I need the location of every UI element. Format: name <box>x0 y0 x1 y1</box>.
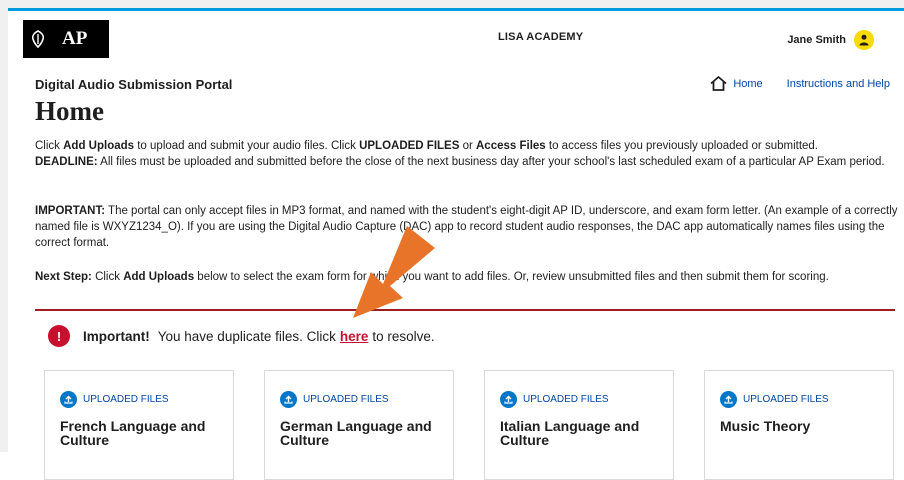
uploaded-files-link[interactable]: UPLOADED FILES <box>280 391 389 408</box>
top-nav: Home Instructions and Help <box>710 76 890 91</box>
exam-card: UPLOADED FILES French Language and Cultu… <box>44 370 234 480</box>
upload-icon <box>280 391 297 408</box>
user-menu[interactable]: Jane Smith <box>787 30 874 50</box>
uploaded-files-link[interactable]: UPLOADED FILES <box>60 391 169 408</box>
home-icon <box>710 76 727 91</box>
upload-icon <box>60 391 77 408</box>
next-step-paragraph: Next Step: Click Add Uploads below to se… <box>35 271 829 283</box>
uploaded-files-link[interactable]: UPLOADED FILES <box>500 391 609 408</box>
acorn-icon <box>23 30 53 48</box>
alert-text: You have duplicate files. Click <box>157 328 336 344</box>
upload-icon <box>500 391 517 408</box>
school-name: LISA ACADEMY <box>498 31 584 43</box>
exam-card: UPLOADED FILES German Language and Cultu… <box>264 370 454 480</box>
exam-card: UPLOADED FILES Music Theory <box>704 370 894 480</box>
home-link[interactable]: Home <box>710 76 763 91</box>
top-bar: AP LISA ACADEMY Jane Smith <box>8 8 904 58</box>
uploaded-files-link[interactable]: UPLOADED FILES <box>720 391 829 408</box>
home-link-label: Home <box>733 77 763 90</box>
top-frame-strip <box>0 0 904 8</box>
intro-paragraph: Click Add Uploads to upload and submit y… <box>35 140 885 168</box>
exam-card: UPLOADED FILES Italian Language and Cult… <box>484 370 674 480</box>
user-name: Jane Smith <box>787 34 846 46</box>
alert-icon: ! <box>48 325 70 347</box>
annotation-arrow-icon <box>353 226 435 318</box>
page-title: Home <box>35 96 104 126</box>
portal-title: Digital Audio Submission Portal <box>35 77 233 92</box>
alert-title: Important! <box>83 328 150 344</box>
exam-card-title: German Language and Culture <box>280 418 432 448</box>
alert-divider <box>35 309 895 311</box>
user-icon <box>859 34 869 46</box>
left-frame-strip <box>0 0 8 452</box>
exam-card-title: Italian Language and Culture <box>500 418 640 448</box>
ap-logo[interactable]: AP <box>23 20 109 58</box>
upload-icon <box>720 391 737 408</box>
ap-logo-text: AP <box>62 28 88 49</box>
important-paragraph: IMPORTANT: The portal can only accept fi… <box>35 205 898 249</box>
instructions-help-link[interactable]: Instructions and Help <box>787 78 890 90</box>
avatar[interactable] <box>854 30 874 50</box>
exam-card-title: French Language and Culture <box>60 418 206 448</box>
exam-card-title: Music Theory <box>720 418 811 434</box>
